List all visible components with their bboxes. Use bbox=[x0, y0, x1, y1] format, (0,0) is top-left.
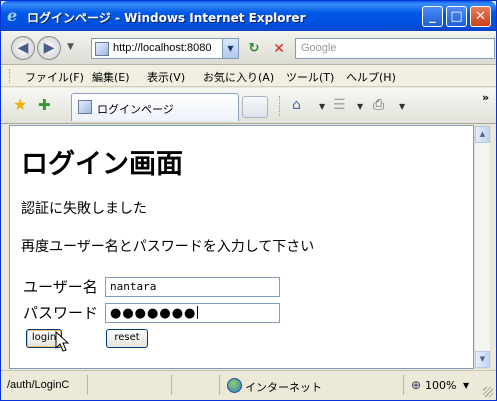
globe-icon bbox=[227, 378, 242, 393]
ie-logo-icon: e bbox=[7, 6, 18, 25]
stop-icon: ✕ bbox=[273, 41, 285, 57]
password-value: ●●●●●●● bbox=[110, 306, 197, 321]
status-separator bbox=[171, 375, 172, 395]
refresh-button[interactable]: ↻ bbox=[244, 39, 264, 59]
status-separator bbox=[219, 375, 220, 395]
print-dropdown-icon[interactable]: ▼ bbox=[399, 102, 405, 111]
zoom-dropdown-icon[interactable]: ▼ bbox=[463, 381, 469, 390]
menu-help[interactable]: ヘルプ(H) bbox=[346, 69, 396, 85]
forward-arrow-icon: ▶ bbox=[43, 40, 55, 56]
mouse-cursor-icon bbox=[55, 331, 69, 352]
toolbar-grip[interactable] bbox=[9, 69, 12, 83]
refresh-icon: ↻ bbox=[248, 41, 260, 56]
back-arrow-icon: ◀ bbox=[17, 40, 29, 56]
username-label: ユーザー名 bbox=[23, 278, 98, 296]
address-bar[interactable]: http://localhost:8080 ▼ bbox=[91, 38, 239, 59]
close-button[interactable]: ✕ bbox=[470, 6, 491, 27]
feeds-icon[interactable]: ☰ bbox=[333, 96, 346, 114]
page-icon bbox=[78, 100, 92, 114]
title-bar: e ログインページ - Windows Internet Explorer _ … bbox=[1, 1, 496, 31]
address-toolbar: ◀ ▶ ▼ http://localhost:8080 ▼ ↻ ✕ Google bbox=[1, 31, 496, 65]
scroll-down-button[interactable]: ▼ bbox=[475, 351, 490, 368]
home-dropdown-icon[interactable]: ▼ bbox=[319, 102, 325, 111]
status-separator bbox=[403, 375, 404, 395]
username-field[interactable]: nantara bbox=[105, 277, 280, 297]
minimize-button[interactable]: _ bbox=[422, 6, 443, 27]
stop-button[interactable]: ✕ bbox=[269, 39, 289, 59]
forward-button[interactable]: ▶ bbox=[37, 36, 61, 60]
menu-edit[interactable]: 編集(E) bbox=[92, 69, 130, 85]
page-icon bbox=[95, 42, 109, 56]
new-tab-button[interactable] bbox=[242, 96, 268, 118]
resize-grip[interactable] bbox=[483, 387, 493, 397]
toolbar-overflow-chevron-icon[interactable]: » bbox=[482, 91, 489, 104]
menu-favorites[interactable]: お気に入り(A) bbox=[203, 69, 274, 85]
recent-pages-dropdown[interactable]: ▼ bbox=[67, 42, 74, 52]
tab-toolbar: ★ ✚ ログインページ ⌂ ▼ ☰ ▼ ⎙ ▼ » bbox=[1, 88, 496, 124]
search-input[interactable]: Google bbox=[295, 38, 495, 59]
password-field[interactable]: ●●●●●●● bbox=[105, 303, 280, 323]
tab-login-page[interactable]: ログインページ bbox=[71, 93, 239, 121]
page-content: ログイン画面 認証に失敗しました 再度ユーザー名とパスワードを入力して下さい ユ… bbox=[9, 125, 474, 369]
maximize-button[interactable]: □ bbox=[446, 6, 467, 27]
password-label: パスワード bbox=[23, 304, 99, 322]
tab-label: ログインページ bbox=[97, 103, 174, 116]
username-value: nantara bbox=[110, 280, 157, 293]
vertical-scrollbar[interactable]: ▲ ▼ bbox=[474, 125, 491, 369]
home-icon[interactable]: ⌂ bbox=[292, 96, 301, 114]
address-dropdown-button[interactable]: ▼ bbox=[222, 39, 238, 58]
window-title: ログインページ - Windows Internet Explorer bbox=[27, 11, 306, 25]
prompt-message: 再度ユーザー名とパスワードを入力して下さい bbox=[21, 239, 315, 255]
zoom-level[interactable]: 100% bbox=[425, 379, 456, 392]
error-message: 認証に失敗しました bbox=[21, 201, 147, 217]
favorites-star-icon[interactable]: ★ bbox=[13, 97, 27, 113]
status-bar: /auth/LoginC インターネット ⊕ 100% ▼ bbox=[1, 370, 496, 400]
reset-button[interactable]: reset bbox=[106, 329, 148, 348]
toolbar-separator bbox=[279, 96, 280, 116]
address-input[interactable]: http://localhost:8080 bbox=[113, 42, 219, 54]
menu-file[interactable]: ファイル(F) bbox=[25, 69, 84, 85]
menu-view[interactable]: 表示(V) bbox=[147, 69, 185, 85]
print-icon[interactable]: ⎙ bbox=[373, 96, 384, 114]
menu-bar: ファイル(F) 編集(E) 表示(V) お気に入り(A) ツール(T) ヘルプ(… bbox=[1, 65, 496, 87]
zoom-icon[interactable]: ⊕ bbox=[411, 378, 421, 392]
security-zone-label[interactable]: インターネット bbox=[245, 379, 322, 395]
feeds-dropdown-icon[interactable]: ▼ bbox=[357, 102, 363, 111]
page-title: ログイン画面 bbox=[21, 149, 183, 180]
scroll-up-button[interactable]: ▲ bbox=[475, 126, 490, 143]
add-favorite-icon[interactable]: ✚ bbox=[38, 97, 51, 113]
back-button[interactable]: ◀ bbox=[11, 36, 35, 60]
menu-tools[interactable]: ツール(T) bbox=[286, 69, 334, 85]
text-caret bbox=[197, 306, 199, 319]
browser-window: e ログインページ - Windows Internet Explorer _ … bbox=[0, 0, 497, 401]
status-url: /auth/LoginC bbox=[7, 379, 70, 391]
status-separator bbox=[87, 375, 88, 395]
